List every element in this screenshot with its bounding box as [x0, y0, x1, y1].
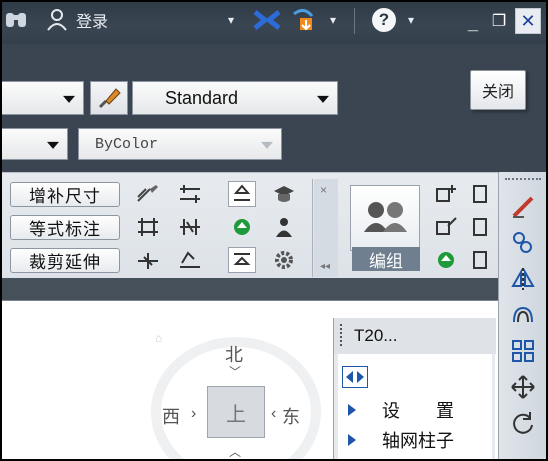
array-icon[interactable] [506, 336, 540, 366]
dimension-down-icon[interactable] [228, 247, 256, 273]
text-style-combo[interactable]: Standard [132, 81, 338, 115]
hat-icon[interactable] [270, 181, 298, 207]
ribbon-panel: 增补尺寸 等式标注 裁剪延伸 × ◂◂ 编组 [0, 172, 500, 280]
dropdown-arrow-icon[interactable]: ▾ [408, 6, 414, 34]
t20-menu-item[interactable]: 轴网柱子 [348, 428, 454, 452]
add-dimension-button[interactable]: 增补尺寸 [10, 182, 120, 207]
dropdown-arrow-icon [47, 141, 59, 149]
dropdown-arrow-icon [261, 141, 273, 149]
scroll-left-icon[interactable]: ◂◂ [320, 261, 330, 272]
dropdown-arrow-icon[interactable]: ▾ [330, 6, 336, 34]
t20-menu: 设 置 轴网柱子 [338, 354, 492, 461]
dimension-split-icon[interactable] [176, 214, 204, 240]
layer-combo[interactable] [0, 81, 84, 115]
group-large-icon[interactable] [350, 185, 420, 251]
viewcube-east[interactable]: 东 [282, 403, 300, 429]
dimension-angle-icon[interactable] [134, 247, 162, 273]
group-edit-icon[interactable] [432, 214, 460, 240]
group-up-icon[interactable] [432, 247, 460, 273]
document-icon[interactable] [468, 181, 492, 207]
close-panel-icon[interactable]: × [320, 183, 327, 197]
connect-icon[interactable] [290, 6, 318, 34]
expand-arrow-icon [348, 434, 356, 446]
color-value: ByColor [95, 135, 159, 153]
chevron-down-icon[interactable]: ﹀ [229, 363, 241, 380]
rotate-icon[interactable] [506, 408, 540, 438]
palette-grip[interactable] [340, 324, 344, 346]
equation-dimension-button[interactable]: 等式标注 [10, 215, 120, 240]
t20-menu-item[interactable]: 设 置 [348, 398, 454, 422]
dimension-edit-icon[interactable] [134, 181, 162, 207]
help-icon: ? [372, 8, 396, 32]
exchange-icon[interactable] [252, 6, 282, 34]
modify-toolbar [498, 172, 548, 461]
erase-icon[interactable] [506, 192, 540, 222]
offset-icon[interactable] [506, 300, 540, 330]
dimension-link-icon[interactable] [176, 181, 204, 207]
dropdown-arrow-icon [63, 95, 75, 103]
separator [312, 179, 313, 277]
green-up-icon[interactable] [228, 214, 256, 240]
autocad-window: 登录 ▾ ▾ ? ▾ _ ❐ ✕ _ ❐ Standard [0, 0, 548, 461]
t20-title: T20... [354, 326, 398, 345]
properties-toolbar: Standard ByColor [0, 44, 548, 174]
trim-extend-button[interactable]: 裁剪延伸 [10, 248, 120, 273]
sign-in-label: 登录 [76, 14, 109, 31]
dimension-check-icon[interactable] [176, 247, 204, 273]
move-icon[interactable] [506, 372, 540, 402]
help-button[interactable]: ? [372, 6, 396, 34]
document-icon[interactable] [468, 247, 492, 273]
expand-arrow-icon [348, 404, 356, 416]
dropdown-arrow-icon [317, 95, 329, 103]
t20-header[interactable]: T20... [334, 318, 496, 354]
linetype-combo[interactable] [0, 128, 68, 160]
chevron-right-icon[interactable]: › [191, 405, 196, 423]
chevron-left-icon[interactable]: ‹ [271, 405, 276, 423]
person-icon[interactable] [270, 214, 298, 240]
mirror-icon[interactable] [506, 264, 540, 294]
dimension-text-icon[interactable] [228, 181, 256, 207]
close-tooltip: 关闭 [470, 70, 526, 110]
text-style-brush-icon[interactable] [90, 81, 128, 115]
dropdown-arrow-icon[interactable]: ▾ [228, 6, 234, 34]
gear-icon[interactable] [270, 247, 298, 273]
viewcube[interactable]: 北 ﹀ 西 › 上 ‹ 东 ︿ [150, 321, 330, 461]
panel-grip: × ◂◂ [314, 179, 338, 277]
viewcube-west[interactable]: 西 [162, 403, 180, 429]
title-bar: 登录 ▾ ▾ ? ▾ _ ❐ ✕ [0, 0, 548, 44]
user-icon [47, 9, 67, 31]
toolbar-grip[interactable] [505, 178, 541, 182]
separator [354, 8, 355, 34]
t20-menu-label: 设 置 [382, 401, 454, 421]
restore-button[interactable]: ❐ [488, 10, 510, 32]
group-add-icon[interactable] [432, 181, 460, 207]
copy-icon[interactable] [506, 228, 540, 258]
color-combo[interactable]: ByColor [78, 128, 282, 160]
group-button[interactable]: 编组 [352, 247, 420, 271]
t20-menu-label: 轴网柱子 [382, 431, 454, 451]
binoculars-icon[interactable] [4, 6, 28, 34]
minimize-button[interactable]: _ [462, 12, 484, 34]
close-button[interactable]: ✕ [515, 8, 541, 34]
ribbon-bottom-bar [0, 278, 500, 300]
t20-palette: T20... 设 置 轴网柱子 [333, 318, 496, 461]
chevron-up-icon[interactable]: ︿ [229, 443, 241, 460]
dimension-merge-icon[interactable] [134, 214, 162, 240]
sign-in-button[interactable]: 登录 [46, 6, 108, 34]
document-icon[interactable] [468, 214, 492, 240]
collapse-toggle-icon[interactable] [342, 366, 368, 388]
text-style-value: Standard [165, 87, 239, 108]
viewcube-face[interactable]: 上 [207, 386, 265, 438]
